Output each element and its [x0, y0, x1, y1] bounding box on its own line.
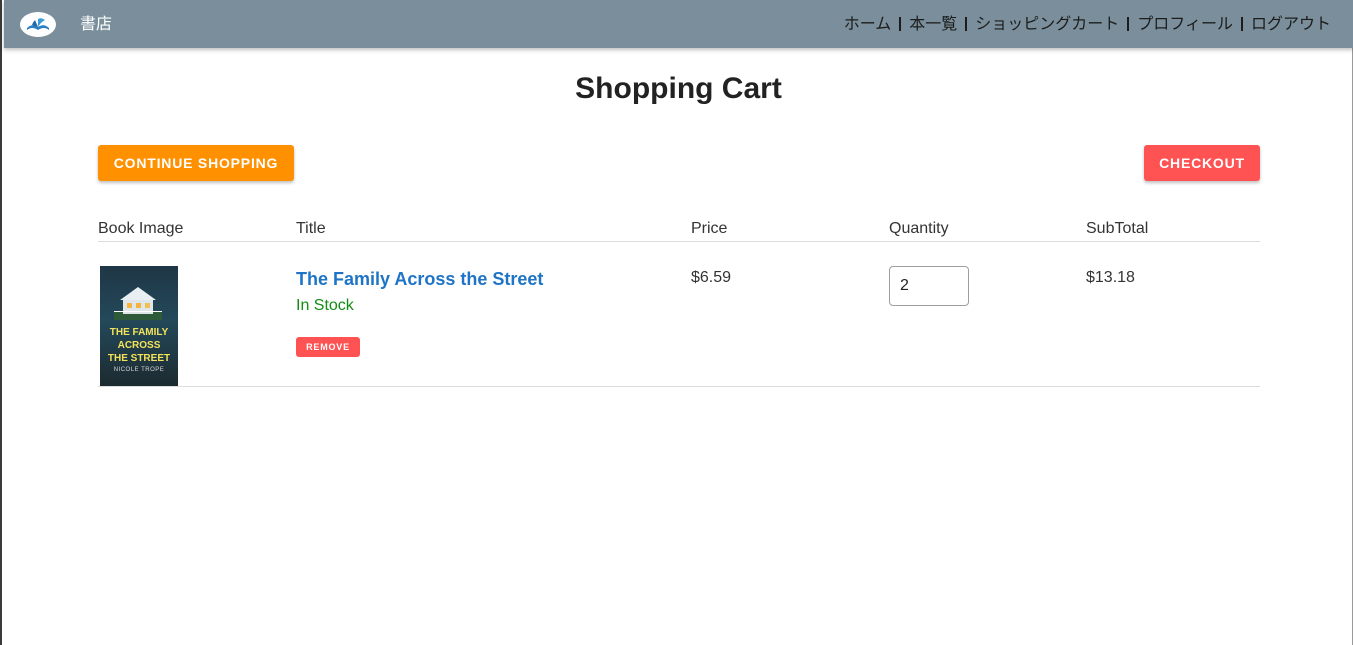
- table-header-divider: [98, 241, 1260, 242]
- nav-link-home[interactable]: ホーム: [844, 13, 892, 35]
- column-header-quantity: Quantity: [889, 220, 949, 237]
- cover-title-line: ACROSS: [117, 340, 161, 351]
- book-cover-image: THE FAMILY ACROSS THE STREET NICOLE TROP…: [100, 266, 178, 386]
- cover-title-line: THE FAMILY: [109, 327, 169, 338]
- column-header-subtotal: SubTotal: [1086, 220, 1149, 237]
- item-price: $6.59: [691, 269, 732, 286]
- column-header-title: Title: [296, 220, 326, 237]
- house-illustration: [114, 287, 162, 320]
- checkout-button[interactable]: Checkout: [1144, 145, 1260, 181]
- table-row-divider: [98, 386, 1260, 387]
- top-navbar: 書店 ホーム 本一覧 ショッピングカート プロフィール ログアウト: [4, 0, 1353, 48]
- page-title: Shopping Cart: [575, 72, 782, 105]
- book-cover-author: NICOLE TROPE: [113, 367, 165, 373]
- stock-status: In Stock: [296, 297, 354, 314]
- nav-link-shopping-cart[interactable]: ショッピングカート: [975, 13, 1119, 35]
- column-header-price: Price: [691, 220, 728, 237]
- nav-separator: [1127, 17, 1130, 31]
- item-subtotal: $13.18: [1086, 269, 1135, 286]
- continue-shopping-button[interactable]: Continue Shopping: [98, 145, 294, 181]
- brand-name[interactable]: 書店: [80, 14, 112, 34]
- quantity-input[interactable]: [889, 266, 969, 306]
- book-title-link[interactable]: The Family Across the Street: [296, 268, 543, 290]
- book-logo-icon[interactable]: [20, 12, 56, 37]
- nav-separator: [899, 17, 902, 31]
- nav-separator: [1240, 17, 1243, 31]
- column-header-book-image: Book Image: [98, 220, 184, 237]
- nav-link-profile[interactable]: プロフィール: [1137, 13, 1233, 35]
- nav-link-book-list[interactable]: 本一覧: [909, 13, 957, 35]
- app-window: 書店 ホーム 本一覧 ショッピングカート プロフィール ログアウト Shoppi…: [0, 0, 1353, 645]
- cover-title-line: THE STREET: [107, 353, 171, 364]
- nav-links: ホーム 本一覧 ショッピングカート プロフィール ログアウト: [844, 13, 1331, 35]
- nav-separator: [965, 17, 968, 31]
- book-cover-title: THE FAMILY ACROSS THE STREET: [100, 326, 178, 365]
- remove-button[interactable]: REMOVE: [296, 337, 360, 357]
- nav-link-logout[interactable]: ログアウト: [1251, 13, 1331, 35]
